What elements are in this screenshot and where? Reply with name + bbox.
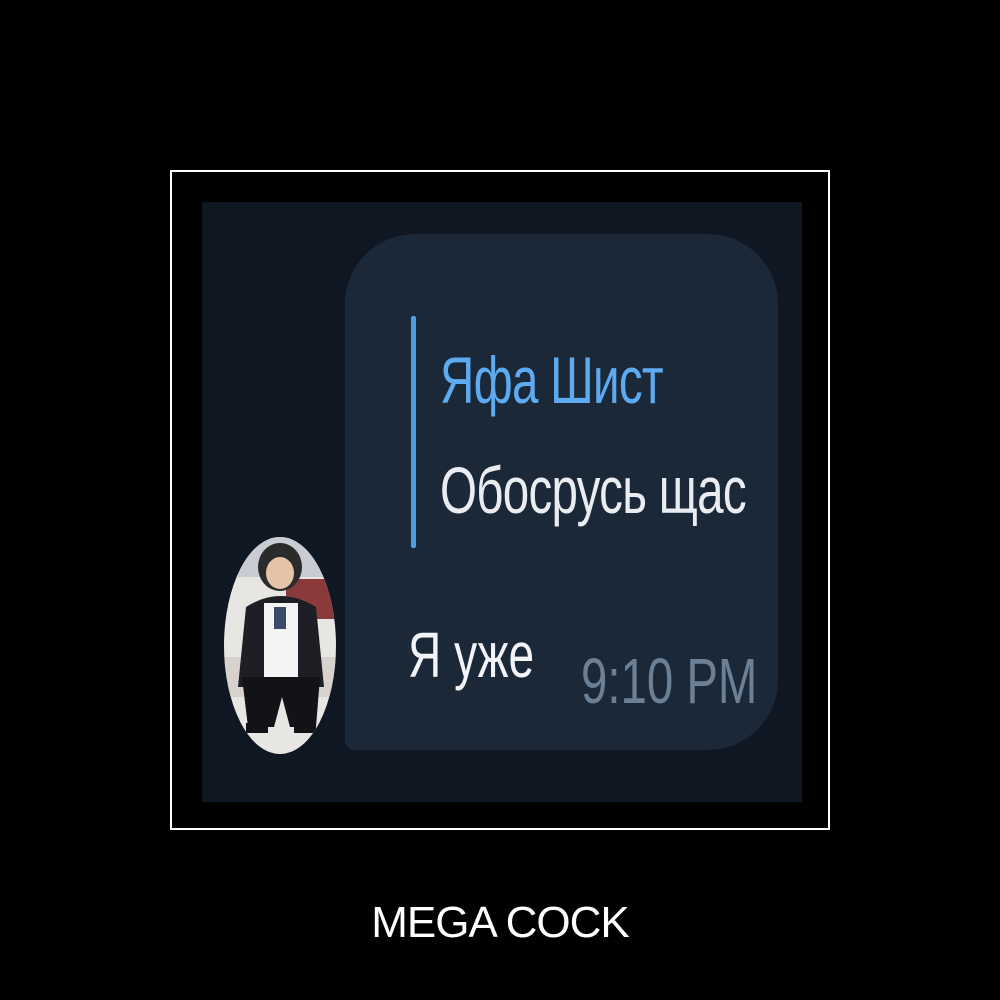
reply-quote[interactable]: Яфа Шист Обосрусь щас [411, 316, 771, 548]
reply-accent-bar [411, 316, 416, 548]
message-text: Я уже [408, 619, 535, 691]
avatar[interactable] [224, 537, 336, 754]
message-bubble[interactable]: Яфа Шист Обосрусь щас Я уже 9:10 PM [345, 234, 778, 750]
caption: MEGA COCK [371, 898, 630, 947]
avatar-photo [224, 537, 336, 754]
message-timestamp: 9:10 PM [581, 645, 758, 717]
chat-screenshot: Яфа Шист Обосрусь щас Я уже 9:10 PM [202, 202, 802, 802]
demotivator-frame: Яфа Шист Обосрусь щас Я уже 9:10 PM [170, 170, 830, 830]
reply-author: Яфа Шист [440, 343, 664, 417]
reply-text: Обосрусь щас [440, 453, 747, 527]
